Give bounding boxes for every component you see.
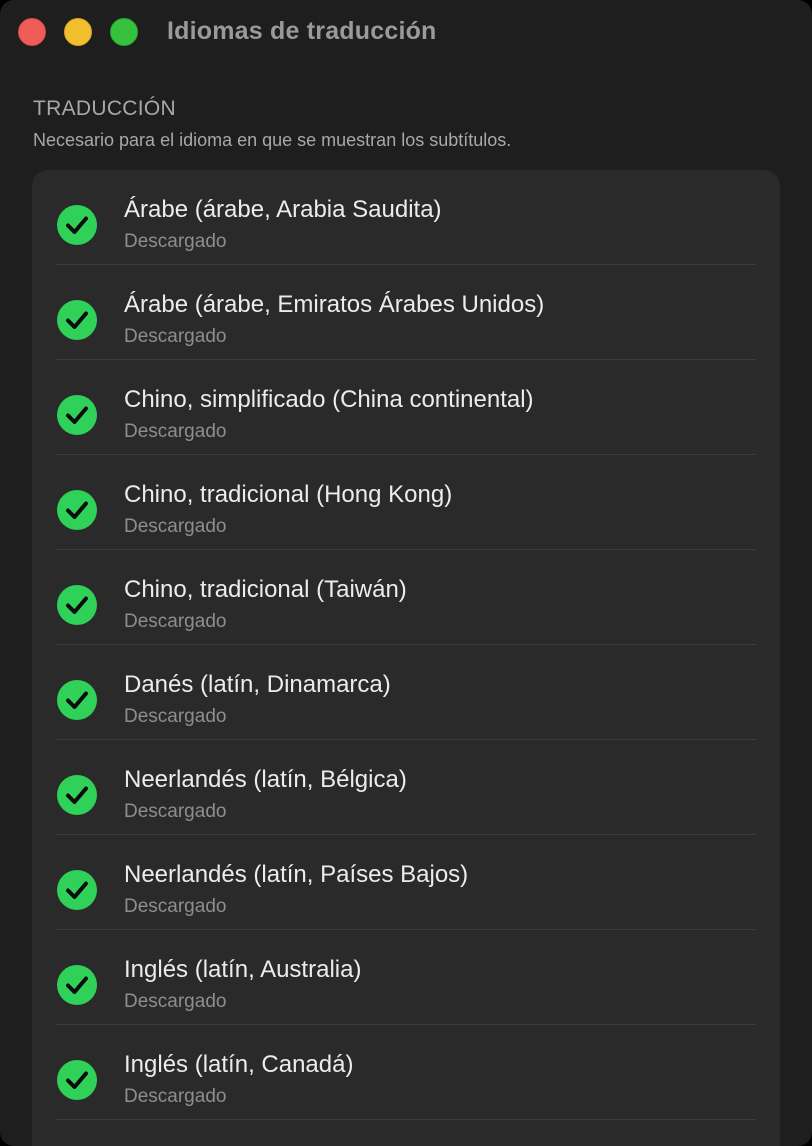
language-row[interactable]: Inglés (latín, Australia) Descargado [32,930,780,1025]
close-window-button[interactable] [18,18,46,46]
language-row[interactable]: Neerlandés (latín, Países Bajos) Descarg… [32,835,780,930]
language-name: Neerlandés (latín, Bélgica) [124,766,407,793]
language-name: Inglés (latín, Canadá) [124,1051,354,1078]
language-name: Chino, tradicional (Hong Kong) [124,481,453,508]
language-status: Descargado [124,991,227,1012]
language-row[interactable]: Chino, tradicional (Taiwán) Descargado [32,550,780,645]
language-status: Descargado [124,326,227,347]
language-name: Chino, tradicional (Taiwán) [124,576,407,603]
minimize-window-button[interactable] [64,18,92,46]
language-name: Árabe (árabe, Emiratos Árabes Unidos) [124,291,545,318]
checkmark-icon [57,585,97,625]
language-name: Árabe (árabe, Arabia Saudita) [124,196,442,223]
section-subtitle: Necesario para el idioma en que se muest… [33,130,512,150]
language-status: Descargado [124,231,227,252]
checkmark-icon [57,775,97,815]
checkmark-icon [57,300,97,340]
language-status: Descargado [124,706,227,727]
language-status: Descargado [124,421,227,442]
language-status: Descargado [124,801,227,822]
language-status: Descargado [124,611,227,632]
language-row[interactable]: Neerlandés (latín, Bélgica) Descargado [32,740,780,835]
language-list: Árabe (árabe, Arabia Saudita) Descargado… [32,170,780,1146]
language-row[interactable]: Inglés (latín, Canadá) Descargado [32,1025,780,1120]
title-bar: Idiomas de traducción [0,0,812,64]
checkmark-icon [57,680,97,720]
language-row[interactable]: Danés (latín, Dinamarca) Descargado [32,645,780,740]
language-status: Descargado [124,1086,227,1107]
window-title: Idiomas de traducción [167,17,437,45]
row-divider [56,1119,756,1120]
language-name: Neerlandés (latín, Países Bajos) [124,861,469,888]
language-status: Descargado [124,516,227,537]
language-name: Inglés (latín, Australia) [124,956,362,983]
language-row[interactable]: Chino, simplificado (China continental) … [32,360,780,455]
section-header: TRADUCCIÓN [33,97,176,120]
language-row[interactable]: Chino, tradicional (Hong Kong) Descargad… [32,455,780,550]
language-row[interactable]: Árabe (árabe, Emiratos Árabes Unidos) De… [32,265,780,360]
language-status: Descargado [124,896,227,917]
checkmark-icon [57,1060,97,1100]
checkmark-icon [57,395,97,435]
window: Idiomas de traducción TRADUCCIÓN Necesar… [0,0,812,1146]
checkmark-icon [57,205,97,245]
zoom-window-button[interactable] [110,18,138,46]
checkmark-icon [57,965,97,1005]
language-row[interactable]: Árabe (árabe, Arabia Saudita) Descargado [32,170,780,265]
language-name: Chino, simplificado (China continental) [124,386,534,413]
checkmark-icon [57,870,97,910]
checkmark-icon [57,490,97,530]
language-name: Danés (latín, Dinamarca) [124,671,391,698]
